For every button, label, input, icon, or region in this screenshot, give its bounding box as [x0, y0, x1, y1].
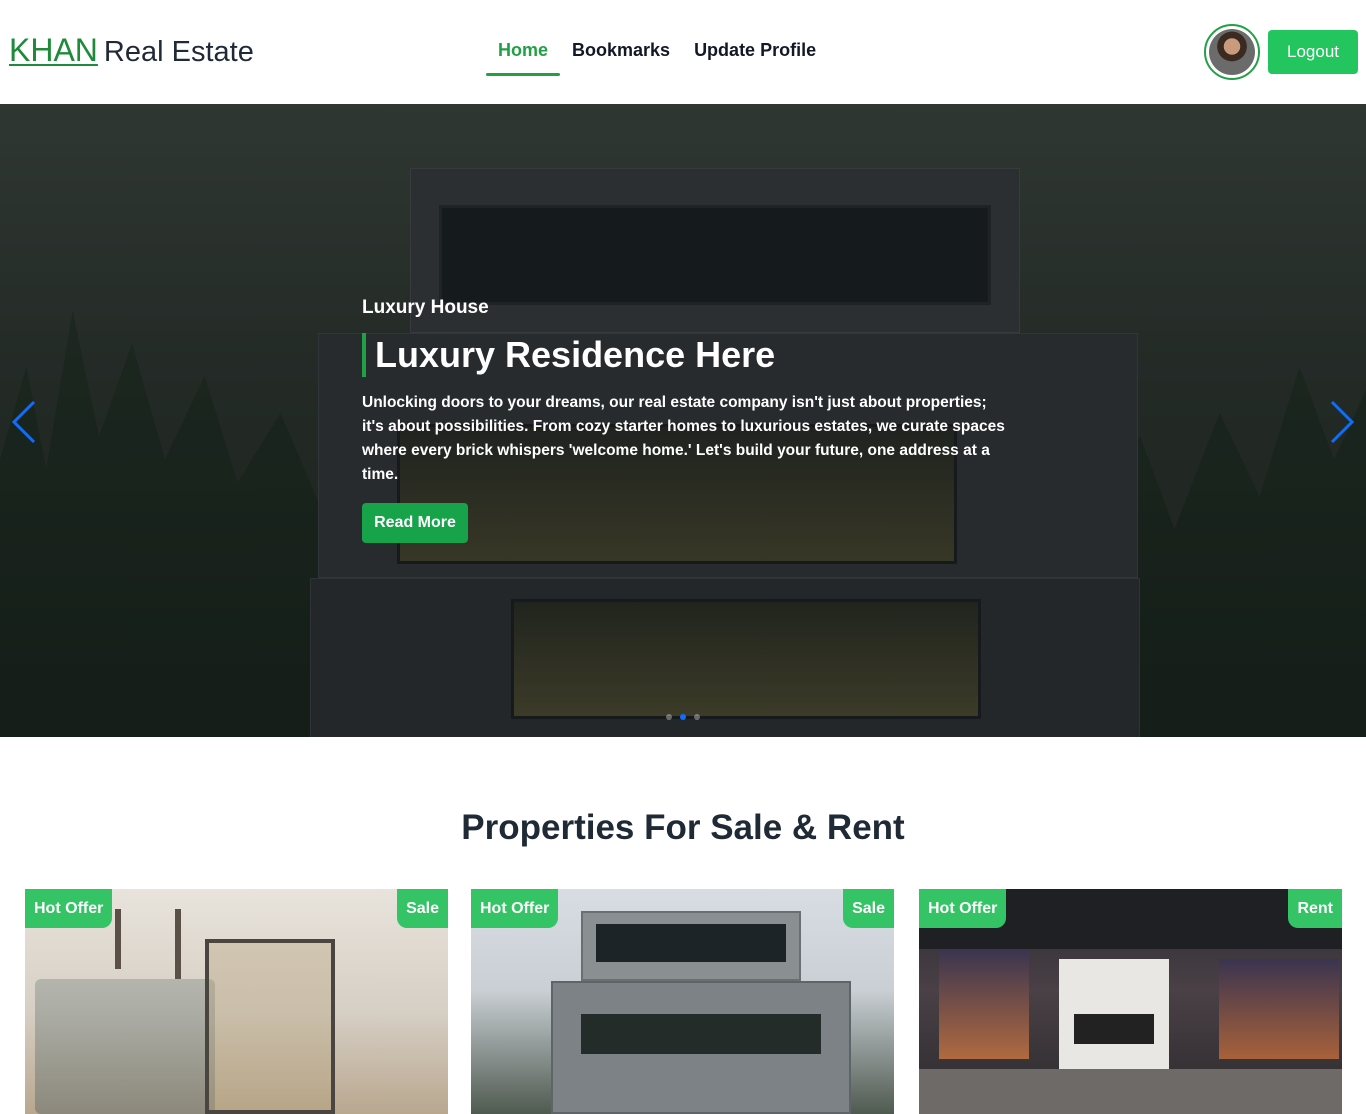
hero-title: Luxury Residence Here [362, 333, 1012, 377]
nav-home[interactable]: Home [486, 38, 561, 76]
listing-type-badge: Sale [843, 889, 894, 928]
listing-type-badge: Rent [1288, 889, 1342, 928]
section-title: Properties For Sale & Rent [461, 808, 905, 847]
carousel-indicator-active[interactable] [680, 714, 686, 720]
listing-type-badge: Sale [397, 889, 448, 928]
chevron-right-icon [1330, 400, 1355, 444]
carousel-indicator[interactable] [694, 714, 700, 720]
main-nav: Home Bookmarks Update Profile [486, 38, 828, 76]
carousel-next-button[interactable] [1328, 398, 1356, 446]
carousel-prev-button[interactable] [10, 398, 38, 446]
hero-description: Unlocking doors to your dreams, our real… [362, 394, 1005, 483]
user-avatar[interactable] [1204, 24, 1260, 80]
logo-brand[interactable]: KHAN [9, 32, 98, 68]
property-card[interactable]: Hot Offer Sale [471, 889, 894, 1114]
nav-update-profile[interactable]: Update Profile [682, 38, 828, 76]
property-card[interactable]: Hot Offer Rent [919, 889, 1342, 1114]
hot-offer-badge: Hot Offer [471, 889, 559, 928]
hero-carousel: Luxury House Luxury Residence Here Unloc… [0, 104, 1366, 737]
logo-subtitle: Real Estate [103, 36, 254, 68]
site-logo[interactable]: KHAN Real Estate [9, 32, 254, 69]
hot-offer-badge: Hot Offer [919, 889, 1007, 928]
hero-caption: Luxury House Luxury Residence Here Unloc… [362, 297, 1012, 543]
chevron-left-icon [11, 400, 36, 444]
read-more-button[interactable]: Read More [362, 503, 468, 543]
property-card[interactable]: Hot Offer Sale [25, 889, 448, 1114]
nav-bookmarks[interactable]: Bookmarks [560, 38, 682, 76]
logout-button[interactable]: Logout [1268, 30, 1358, 74]
site-header: KHAN Real Estate Home Bookmarks Update Pr… [0, 0, 1366, 104]
carousel-indicator[interactable] [666, 714, 672, 720]
avatar-image [1209, 29, 1255, 75]
carousel-indicators [0, 714, 1366, 720]
hot-offer-badge: Hot Offer [25, 889, 113, 928]
hero-subtitle: Luxury House [362, 297, 489, 318]
